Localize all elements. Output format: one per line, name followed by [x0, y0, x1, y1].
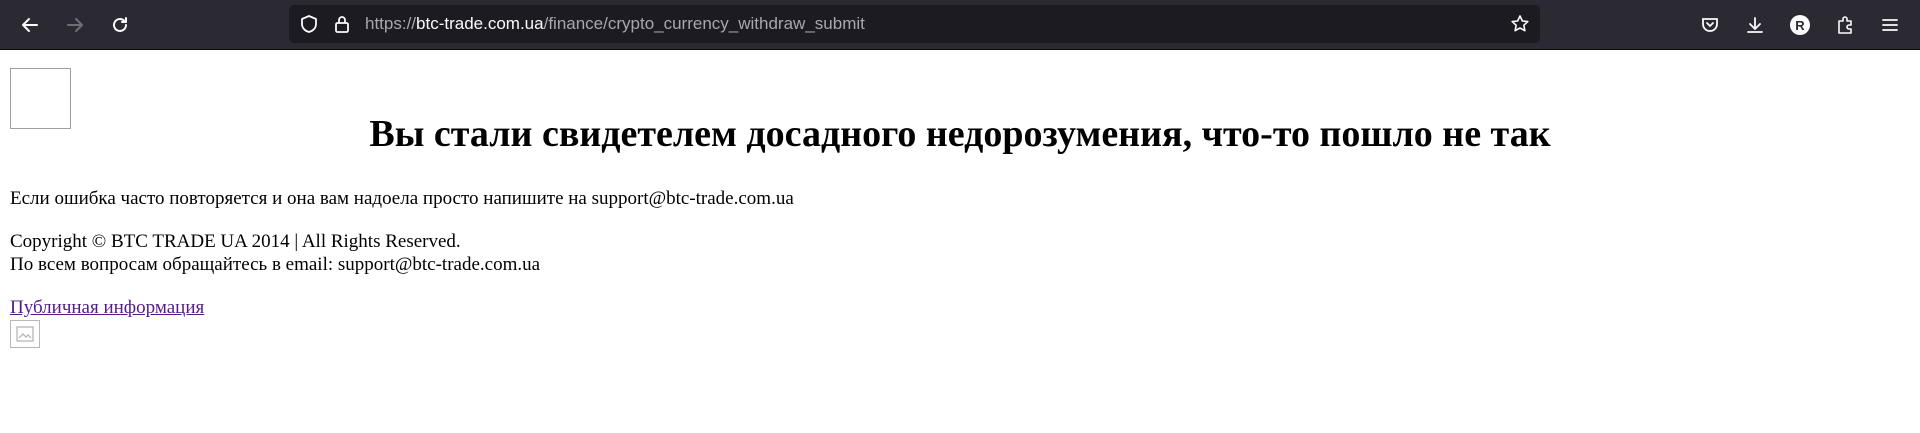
- account-button[interactable]: R: [1785, 10, 1815, 40]
- download-icon: [1747, 17, 1763, 33]
- pocket-button[interactable]: [1695, 10, 1725, 40]
- url-path: /finance/crypto_currency_withdraw_submit: [543, 14, 865, 33]
- pocket-icon: [1702, 18, 1718, 32]
- back-button[interactable]: [15, 10, 45, 40]
- broken-image-icon-placeholder: [10, 320, 40, 348]
- public-info-link[interactable]: Публичная информация: [10, 296, 204, 319]
- forward-arrow-icon: [67, 18, 83, 32]
- reload-button[interactable]: [105, 10, 135, 40]
- url-host: btc-trade.com.ua: [416, 14, 544, 33]
- lock-icon[interactable]: [332, 14, 352, 34]
- avatar-initial: R: [1795, 17, 1805, 33]
- page-title: Вы стали свидетелем досадного недорозуме…: [369, 113, 1551, 155]
- puzzle-icon: [1838, 16, 1852, 34]
- copyright-text: Copyright © BTC TRADE UA 2014 | All Righ…: [10, 231, 461, 252]
- forward-button[interactable]: [60, 10, 90, 40]
- address-bar[interactable]: https://btc-trade.com.ua/finance/crypto_…: [289, 5, 1540, 43]
- downloads-button[interactable]: [1740, 10, 1770, 40]
- browser-toolbar: https://btc-trade.com.ua/finance/crypto_…: [0, 0, 1920, 50]
- menu-button[interactable]: [1875, 10, 1905, 40]
- shield-icon[interactable]: [299, 14, 319, 34]
- url-text[interactable]: https://btc-trade.com.ua/finance/crypto_…: [365, 14, 865, 34]
- url-scheme: https://: [365, 14, 417, 33]
- back-arrow-icon: [22, 18, 38, 32]
- extensions-button[interactable]: [1830, 10, 1860, 40]
- error-note: Если ошибка часто повторяется и она вам …: [10, 188, 794, 209]
- broken-image-icon: [16, 326, 34, 342]
- reload-icon: [113, 17, 127, 32]
- bookmark-star-icon[interactable]: [1510, 14, 1530, 34]
- contact-text: По всем вопросам обращайтесь в email: su…: [10, 254, 541, 275]
- hamburger-icon: [1882, 19, 1898, 31]
- avatar: R: [1790, 15, 1810, 35]
